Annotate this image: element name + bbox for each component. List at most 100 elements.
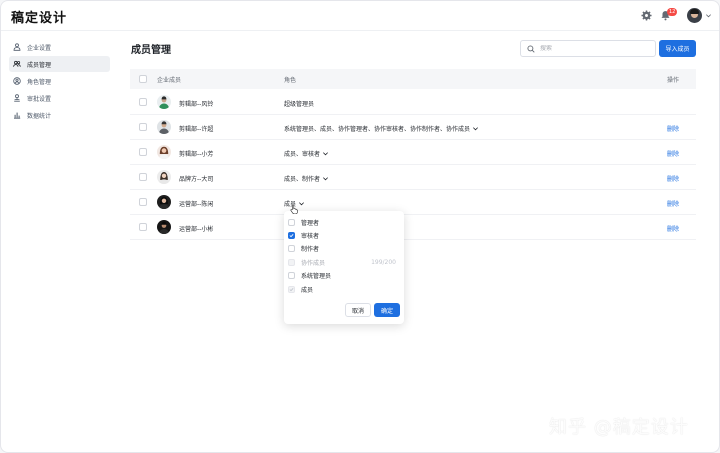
column-header-member: 企业成员 [157, 77, 182, 84]
table-row: 剪辑部--风铃 超级管理员 [130, 90, 696, 115]
member-name: 剪辑部--小芳 [179, 151, 214, 158]
delete-link[interactable]: 删除 [667, 124, 679, 133]
role-text: 成员、审核者 [284, 151, 321, 158]
table-row: 运营部--陈闲 成员 删除 [130, 190, 696, 215]
user-avatar[interactable] [687, 8, 702, 23]
option-checkbox [288, 285, 295, 293]
row-checkbox[interactable] [139, 123, 147, 131]
option-label: 成员 [301, 286, 314, 294]
row-checkbox[interactable] [139, 198, 147, 206]
delete-link[interactable]: 删除 [667, 174, 679, 183]
sidebar-item-label: 角色管理 [27, 78, 52, 86]
member-name: 剪辑部--风铃 [179, 101, 214, 108]
column-header-action: 操作 [667, 77, 680, 84]
quota-count: 199/200 [371, 258, 396, 266]
hand-cursor-icon [290, 204, 298, 214]
row-checkbox[interactable] [139, 223, 147, 231]
approval-icon [14, 94, 20, 102]
member-avatar [157, 145, 171, 159]
select-all-checkbox[interactable] [139, 75, 147, 83]
search-icon [527, 44, 535, 53]
option-checkbox[interactable] [288, 218, 295, 226]
row-checkbox[interactable] [139, 98, 147, 106]
search-input[interactable] [540, 45, 650, 52]
chevron-down-icon[interactable] [705, 12, 712, 19]
option-label: 系统管理员 [301, 272, 332, 280]
role-text: 超级管理员 [284, 101, 315, 108]
stats-icon [14, 112, 21, 119]
role-option-producer[interactable]: 制作者 [288, 242, 400, 254]
row-checkbox[interactable] [139, 148, 147, 156]
option-checkbox[interactable] [288, 231, 295, 239]
delete-link[interactable]: 删除 [667, 149, 679, 158]
role-text: 系统管理员、成员、协作管理者、协作审核者、协作制作者、协作成员 [284, 126, 471, 133]
import-members-button[interactable]: 导入成员 [659, 40, 696, 57]
member-avatar [157, 170, 171, 184]
top-bar: 稿定设计 12 [1, 1, 719, 31]
row-checkbox[interactable] [139, 173, 147, 181]
role-icon [13, 77, 21, 85]
option-checkbox[interactable] [288, 271, 295, 279]
enterprise-icon [13, 43, 21, 51]
sidebar-item-label: 审批设置 [27, 95, 52, 103]
watermark-text: 知乎 @稿定设计 [549, 417, 689, 438]
table-row: 剪辑部--许超 系统管理员、成员、协作管理者、协作审核者、协作制作者、协作成员 … [130, 115, 696, 140]
member-name: 运营部--小彬 [179, 226, 214, 233]
member-name: 品牌方--大司 [179, 176, 214, 183]
option-checkbox [288, 258, 295, 266]
member-role-select[interactable]: 成员、审核者 [284, 149, 329, 158]
notification-badge: 12 [667, 8, 678, 16]
chevron-down-icon [323, 152, 328, 156]
role-dropdown-menu: 管理者 审核者 制作者 协作成员 199/200 系统管理员 成员 取消 确定 [284, 211, 404, 324]
confirm-button[interactable]: 确定 [374, 303, 400, 317]
option-label: 制作者 [301, 245, 320, 253]
sidebar-item-roles[interactable]: 角色管理 [9, 73, 110, 89]
member-avatar [157, 220, 171, 234]
app-logo[interactable]: 稿定设计 [11, 7, 67, 26]
sidebar-item-enterprise[interactable]: 企业设置 [9, 39, 110, 55]
settings-gear-icon[interactable] [641, 10, 652, 21]
member-name: 运营部--陈闲 [179, 201, 214, 208]
table-row: 剪辑部--小芳 成员、审核者 删除 [130, 140, 696, 165]
member-avatar [157, 195, 171, 209]
app-window: 稿定设计 12 企业设置 成员管理 角色管理 审批设置 数据统计 成员管理 搜索… [0, 0, 720, 453]
sidebar-item-label: 企业设置 [27, 44, 52, 52]
role-option-reviewer[interactable]: 审核者 [288, 229, 400, 241]
avatar-hair [690, 9, 699, 14]
option-label: 审核者 [301, 232, 320, 240]
role-option-manager[interactable]: 管理者 [288, 216, 400, 228]
sidebar-item-label: 成员管理 [27, 61, 52, 69]
member-avatar [157, 120, 171, 134]
member-avatar [157, 95, 171, 109]
role-option-member: 成员 [288, 283, 400, 295]
chevron-down-icon [323, 177, 328, 181]
search-box[interactable] [520, 40, 656, 57]
check-icon [289, 233, 294, 237]
sidebar-item-label: 数据统计 [27, 112, 52, 120]
role-option-sys-admin[interactable]: 系统管理员 [288, 269, 400, 281]
option-label: 协作成员 [301, 259, 326, 267]
sidebar: 企业设置 成员管理 角色管理 审批设置 数据统计 [1, 31, 119, 452]
role-text: 成员、制作者 [284, 176, 321, 183]
member-name: 剪辑部--许超 [179, 126, 214, 133]
member-role: 超级管理员 [284, 99, 314, 108]
sidebar-item-stats[interactable]: 数据统计 [9, 107, 110, 123]
option-label: 管理者 [301, 219, 320, 227]
cancel-button[interactable]: 取消 [345, 303, 371, 317]
delete-link[interactable]: 删除 [667, 199, 679, 208]
chevron-down-icon [299, 202, 304, 206]
column-header-role: 角色 [284, 77, 297, 84]
chevron-down-icon [473, 127, 478, 131]
delete-link[interactable]: 删除 [667, 224, 679, 233]
member-role-select[interactable]: 系统管理员、成员、协作管理者、协作审核者、协作制作者、协作成员 [284, 124, 479, 133]
members-icon [13, 60, 21, 67]
table-row: 品牌方--大司 成员、制作者 删除 [130, 165, 696, 190]
sidebar-item-members[interactable]: 成员管理 [9, 56, 110, 72]
table-row: 运营部--小彬 删除 [130, 215, 696, 240]
member-role-select[interactable]: 成员、制作者 [284, 174, 329, 183]
page-title: 成员管理 [131, 45, 171, 56]
option-checkbox[interactable] [288, 244, 295, 252]
role-option-collab-member: 协作成员 199/200 [288, 256, 400, 268]
sidebar-item-approval[interactable]: 审批设置 [9, 90, 110, 106]
table-header: 企业成员 角色 操作 [130, 69, 696, 89]
